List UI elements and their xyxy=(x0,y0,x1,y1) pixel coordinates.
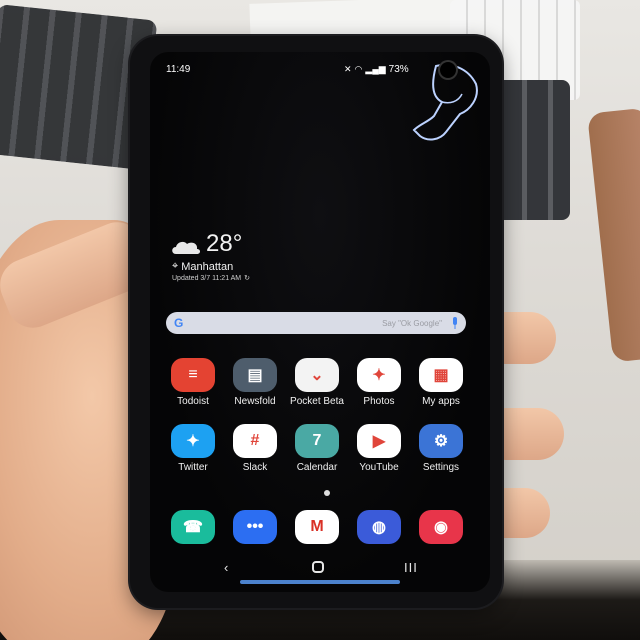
back-button[interactable]: ‹ xyxy=(224,560,228,575)
refresh-icon[interactable]: ↻ xyxy=(244,274,250,282)
search-placeholder: Say "Ok Google" xyxy=(382,318,442,328)
gmail-icon: M xyxy=(295,510,339,544)
app-label: Twitter xyxy=(178,462,208,473)
my-apps-icon: ▦ xyxy=(419,358,463,392)
messages-icon: ••• xyxy=(233,510,277,544)
calendar-icon: 7 xyxy=(295,424,339,458)
navigation-bar: ‹ III xyxy=(150,560,490,580)
home-button[interactable] xyxy=(312,561,324,573)
app-my-apps[interactable]: ▦ My apps xyxy=(410,358,472,407)
todoist-icon: ≡ xyxy=(171,358,215,392)
page-indicator xyxy=(324,490,330,496)
app-settings[interactable]: ⚙ Settings xyxy=(410,424,472,473)
dock-camera[interactable]: ◉ xyxy=(410,510,472,544)
app-label: YouTube xyxy=(359,462,399,473)
status-bar: 11:49 ✕ ◠ ▂▄▆ 73% xyxy=(150,64,490,80)
settings-icon: ⚙ xyxy=(419,424,463,458)
app-twitter[interactable]: ✦ Twitter xyxy=(162,424,224,473)
app-calendar[interactable]: 7 Calendar xyxy=(286,424,348,473)
dock-gmail[interactable]: M xyxy=(286,510,348,544)
app-label: Settings xyxy=(422,462,460,473)
location-pin-icon: ⌖ xyxy=(172,260,179,272)
app-label: Newsfold xyxy=(234,396,276,407)
internet-icon: ◍ xyxy=(357,510,401,544)
google-logo-icon: G xyxy=(174,316,184,330)
phone-screen: 11:49 ✕ ◠ ▂▄▆ 73% 28° ⌖ Manhattan Update… xyxy=(150,52,490,592)
photos-icon: ✦ xyxy=(357,358,401,392)
weather-updated: Updated 3/7 11:21 AM ↻ xyxy=(172,274,250,283)
wifi-icon: ◠ xyxy=(354,64,363,74)
temperature: 28° xyxy=(206,230,243,257)
app-photos[interactable]: ✦ Photos xyxy=(348,358,410,407)
recent-apps-button[interactable]: III xyxy=(404,560,418,575)
signal-icon: ▂▄▆ xyxy=(365,64,386,74)
status-time: 11:49 xyxy=(166,64,191,75)
app-youtube[interactable]: ▶ YouTube xyxy=(348,424,410,473)
app-slack[interactable]: # Slack xyxy=(224,424,286,473)
front-camera xyxy=(440,62,456,78)
app-label: Pocket Beta xyxy=(290,396,344,407)
battery-percent: 73% xyxy=(388,64,409,75)
google-search-bar[interactable]: G Say "Ok Google" xyxy=(166,312,466,334)
pocket-icon: ⌄ xyxy=(295,358,339,392)
twitter-icon: ✦ xyxy=(171,424,215,458)
app-label: Photos xyxy=(363,396,395,407)
app-label: Calendar xyxy=(296,462,338,473)
dock-phone[interactable]: ☎ xyxy=(162,510,224,544)
app-label: My apps xyxy=(422,396,460,407)
partly-cloudy-icon xyxy=(172,241,200,254)
home-indicator xyxy=(240,580,400,584)
phone-icon: ☎ xyxy=(171,510,215,544)
app-label: Slack xyxy=(242,462,268,473)
dock-internet[interactable]: ◍ xyxy=(348,510,410,544)
status-icons: ✕ ◠ ▂▄▆ 73% xyxy=(344,64,409,75)
camera-icon: ◉ xyxy=(419,510,463,544)
mic-icon[interactable] xyxy=(452,317,458,329)
updated-label: Updated 3/7 11:21 AM xyxy=(172,274,242,282)
slack-icon: # xyxy=(233,424,277,458)
app-todoist[interactable]: ≡ Todoist xyxy=(162,358,224,407)
dock-messages[interactable]: ••• xyxy=(224,510,286,544)
newsfold-icon: ▤ xyxy=(233,358,277,392)
app-label: Todoist xyxy=(177,396,209,407)
location: ⌖ Manhattan xyxy=(172,260,233,273)
youtube-icon: ▶ xyxy=(357,424,401,458)
mute-icon: ✕ xyxy=(344,64,352,74)
app-newsfold[interactable]: ▤ Newsfold xyxy=(224,358,286,407)
location-label: Manhattan xyxy=(181,260,234,273)
app-pocket-beta[interactable]: ⌄ Pocket Beta xyxy=(286,358,348,407)
